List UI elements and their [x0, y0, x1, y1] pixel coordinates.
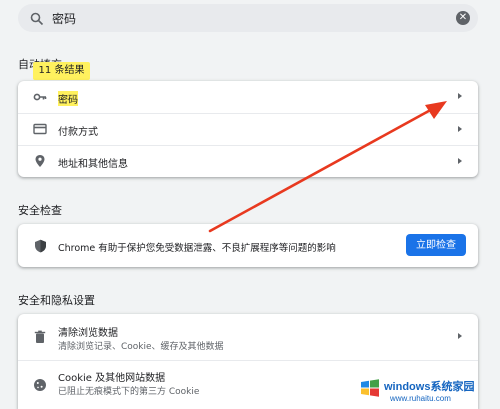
- chevron-right-icon: [458, 158, 462, 164]
- windows-logo-icon: [360, 378, 380, 402]
- search-icon: [30, 11, 44, 30]
- search-input[interactable]: 密码: [52, 10, 76, 27]
- trash-icon: [32, 329, 48, 345]
- clear-search-icon[interactable]: ✕: [456, 11, 470, 25]
- watermark: windows系统家园 www.ruhaitu.com: [360, 374, 490, 406]
- search-results-badge: 11 条结果: [33, 62, 90, 80]
- key-icon: [32, 89, 48, 105]
- autofill-item-label: 密码: [58, 91, 78, 106]
- chevron-right-icon: [458, 93, 462, 99]
- credit-card-icon: [32, 121, 48, 137]
- section-heading-safety-check: 安全检查: [18, 204, 62, 217]
- check-now-button[interactable]: 立即检查: [406, 234, 466, 256]
- safety-check-card: Chrome 有助于保护您免受数据泄露、不良扩展程序等问题的影响 立即检查: [18, 224, 478, 267]
- autofill-item-label: 地址和其他信息: [58, 159, 128, 170]
- autofill-item-label: 付款方式: [58, 127, 98, 138]
- section-heading-privacy: 安全和隐私设置: [18, 294, 95, 307]
- chevron-right-icon: [458, 126, 462, 132]
- privacy-item-label: Cookie 及其他网站数据: [58, 373, 166, 384]
- autofill-item-addresses[interactable]: 地址和其他信息: [18, 146, 478, 177]
- privacy-item-description: 已阻止无痕模式下的第三方 Cookie: [58, 387, 200, 397]
- privacy-item-label: 清除浏览数据: [58, 328, 118, 339]
- privacy-item-description: 清除浏览记录、Cookie、缓存及其他数据: [58, 342, 224, 352]
- autofill-item-payment[interactable]: 付款方式: [18, 114, 478, 145]
- autofill-item-passwords[interactable]: 密码: [18, 81, 478, 113]
- chevron-right-icon: [458, 333, 462, 339]
- location-pin-icon: [32, 153, 48, 169]
- shield-icon: [32, 238, 48, 254]
- cookie-icon: [32, 377, 48, 393]
- watermark-url: www.ruhaitu.com: [390, 394, 451, 403]
- privacy-item-clear-data[interactable]: 清除浏览数据 清除浏览记录、Cookie、缓存及其他数据: [18, 314, 478, 360]
- autofill-card: 密码 付款方式 地址和其他信息: [18, 81, 478, 177]
- watermark-title: windows系统家园: [384, 381, 475, 393]
- search-bar[interactable]: 密码 ✕: [18, 4, 478, 32]
- safety-check-message: Chrome 有助于保护您免受数据泄露、不良扩展程序等问题的影响: [58, 243, 336, 254]
